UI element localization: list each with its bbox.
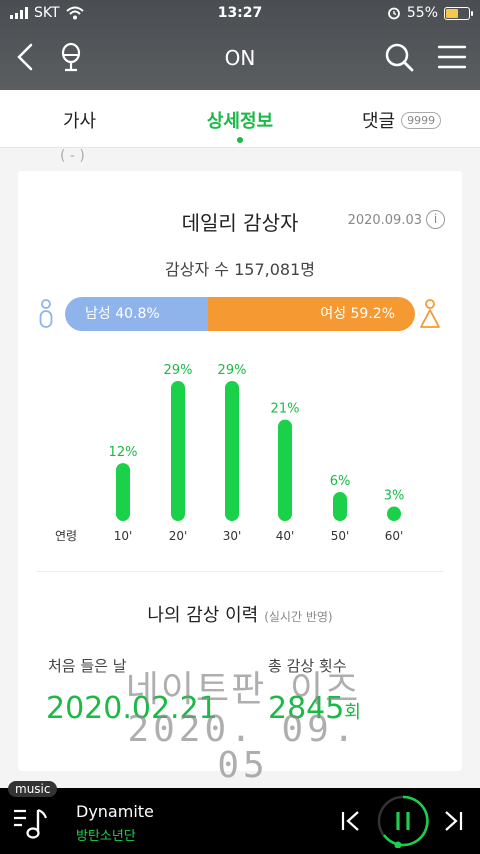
tab-comments-label: 댓글 [362,111,396,132]
age-bar-value-3: 21% [271,402,300,417]
age-bar-5 [387,506,401,521]
male-icon [39,299,53,328]
male-ratio-segment: 남성 40.8% [65,297,208,331]
nav-bar: ON [0,28,480,90]
age-category-5: 60' [385,529,404,543]
age-bar-value-4: 6% [330,474,351,489]
history-title-text: 나의 감상 이력 [147,605,259,626]
age-bar-value-5: 3% [384,489,405,504]
age-bar-4 [333,492,347,521]
stats-date: 2020.09.03 [347,213,422,228]
first-listen-date: 2020.02.21 [46,691,218,726]
total-plays-label: 총 감상 횟수 [268,657,347,675]
age-bar-value-1: 29% [164,363,193,378]
history-subtitle: (실시간 반영) [264,610,333,624]
divider [36,571,444,572]
previous-icon[interactable] [340,810,362,832]
search-icon[interactable] [384,42,414,72]
playlist-icon[interactable] [12,806,52,840]
gender-ratio-bar: 남성 40.8% 여성 59.2% [65,297,415,331]
listener-count: 감상자 수 157,081명 [165,260,315,279]
age-bar-2 [225,381,239,521]
history-title: 나의 감상 이력 (실시간 반영) [18,601,462,627]
age-bar-value-2: 29% [218,363,247,378]
age-category-1: 20' [169,529,188,543]
menu-icon[interactable] [438,44,466,70]
pause-icon[interactable] [376,794,430,848]
tab-bar: 가사 상세정보 댓글 9999 [0,90,480,148]
battery-percent: 55% [406,5,438,21]
female-icon [420,299,440,328]
age-bar-value-0: 12% [109,445,138,460]
female-ratio-segment: 여성 59.2% [207,297,415,331]
tab-comments[interactable]: 댓글 9999 [362,107,442,133]
age-category-0: 10' [114,529,133,543]
tab-detail-label: 상세정보 [206,111,274,132]
track-artist: 방탄소년단 [76,829,136,844]
alarm-icon [387,7,400,20]
age-bar-chart: 연령 12% 10' 29% 20' 29% 30' 21% 40' 6% 50' 3% 60' [55,363,405,543]
age-bar-0 [116,463,130,521]
app-header: SKT 13:27 55% ON [0,0,480,90]
status-bar: SKT 13:27 55% [0,0,480,28]
cut-off-text: ( - ) [60,148,85,164]
battery-icon [444,6,473,20]
total-plays-count: 2845회 [268,691,361,726]
total-plays-unit: 회 [344,702,361,723]
stats-card: 데일리 감상자 2020.09.03 i 감상자 수 157,081명 남성 4… [18,171,462,771]
age-bar-1 [171,381,185,521]
total-plays-value: 2845 [268,691,345,726]
next-icon[interactable] [442,810,464,832]
active-tab-indicator [237,137,243,143]
info-icon[interactable]: i [426,210,445,229]
first-listen-label: 처음 들은 날 [48,657,127,675]
track-title: Dynamite [76,802,154,821]
comment-count-badge: 9999 [401,111,442,129]
music-tag: music [8,781,58,797]
age-category-4: 50' [331,529,350,543]
age-bar-3 [278,419,292,521]
age-category-2: 30' [223,529,242,543]
mini-player[interactable]: Dynamite 방탄소년단 [0,788,480,854]
x-axis-label: 연령 [55,529,77,543]
age-category-3: 40' [276,529,295,543]
